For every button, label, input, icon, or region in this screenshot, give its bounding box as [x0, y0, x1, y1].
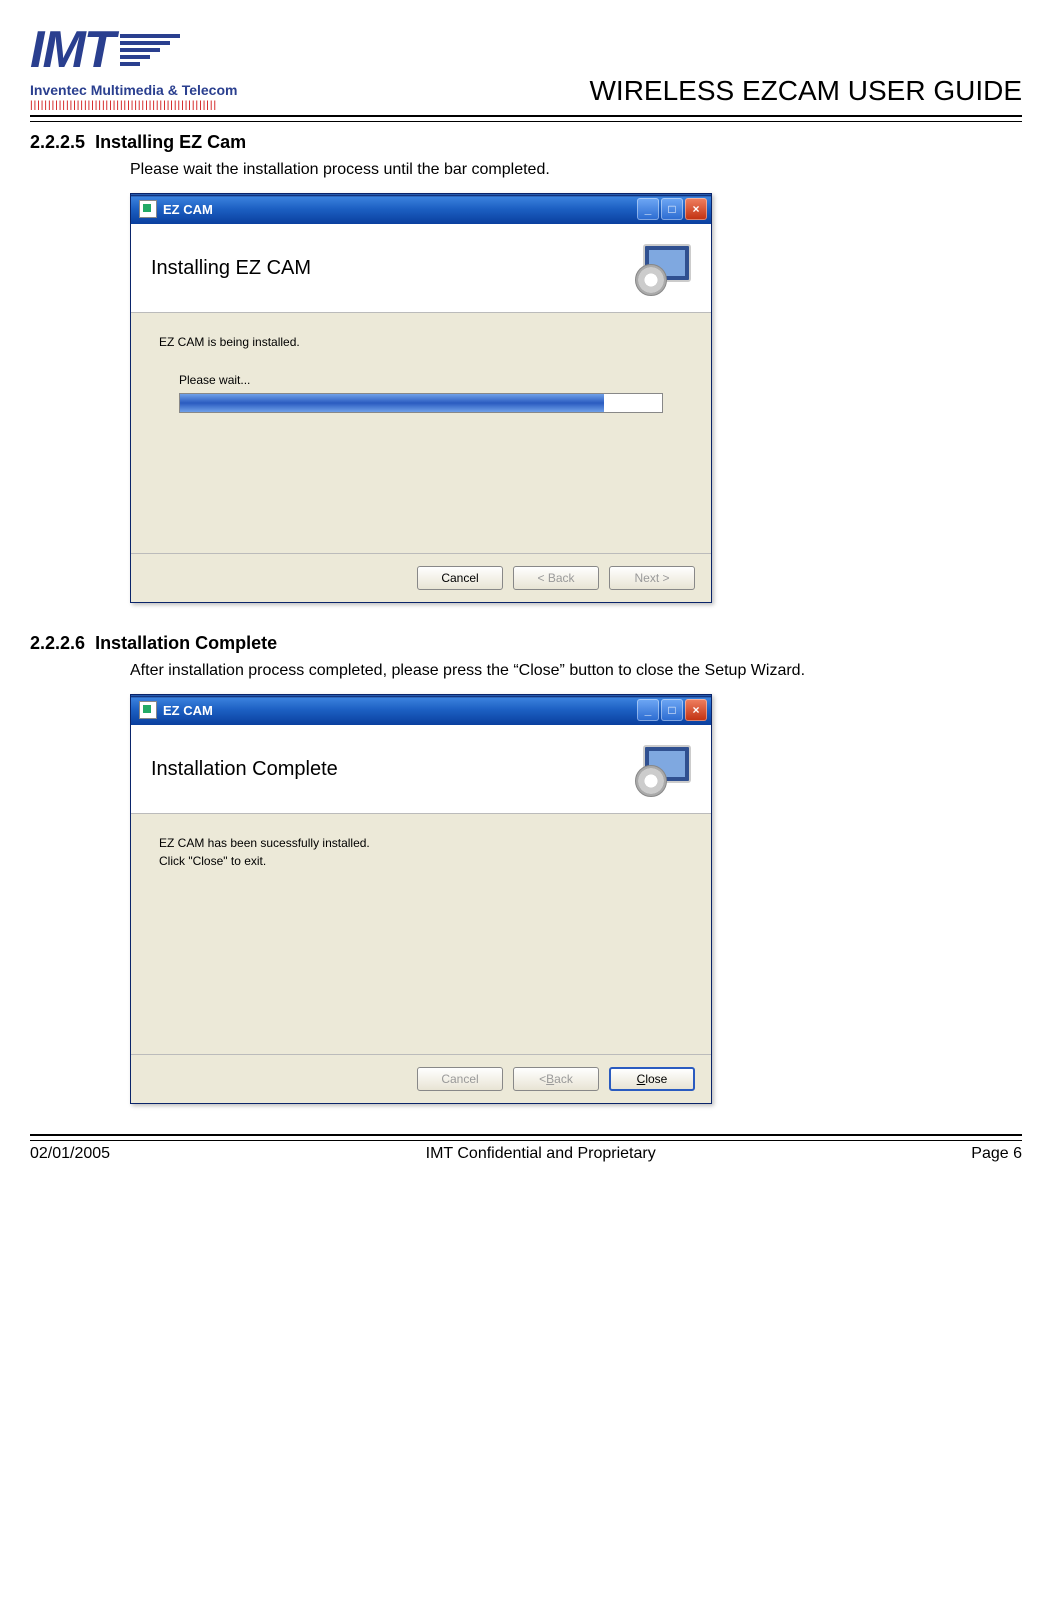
- dialog-footer: Cancel < Back Close: [131, 1054, 711, 1103]
- section-body-2: After installation process completed, pl…: [130, 662, 1022, 680]
- cancel-button[interactable]: Cancel: [417, 566, 503, 590]
- document-title: WIRELESS EZCAM USER GUIDE: [589, 75, 1022, 111]
- back-button: < Back: [513, 566, 599, 590]
- screenshot-1: EZ CAM _ □ × Installing EZ CAM EZ CAM is…: [130, 193, 1022, 603]
- logo-text: IMT: [30, 20, 114, 80]
- page-header: IMT Inventec Multimedia & Telecom ||||||…: [30, 20, 1022, 117]
- progress-fill: [180, 394, 604, 412]
- body-line-1: EZ CAM has been sucessfully installed.: [159, 836, 683, 850]
- logo-dots-icon: ||||||||||||||||||||||||||||||||||||||||…: [30, 100, 217, 111]
- page-footer: 02/01/2005 IMT Confidential and Propriet…: [30, 1134, 1022, 1163]
- section-number: 2.2.2.5: [30, 132, 85, 152]
- header-rule: [30, 121, 1022, 122]
- next-button: Next >: [609, 566, 695, 590]
- section-title: Installing EZ Cam: [95, 132, 246, 152]
- body-line-2: Click "Close" to exit.: [159, 854, 683, 868]
- dialog-body: EZ CAM is being installed. Please wait..…: [131, 313, 711, 553]
- minimize-button[interactable]: _: [637, 699, 659, 721]
- window-title: EZ CAM: [163, 202, 635, 217]
- section-number: 2.2.2.6: [30, 633, 85, 653]
- progress-bar: [179, 393, 663, 413]
- app-icon: [139, 200, 157, 218]
- logo-stripes-icon: [120, 34, 180, 66]
- footer-center: IMT Confidential and Proprietary: [426, 1145, 656, 1163]
- banner-title: Installing EZ CAM: [151, 257, 311, 280]
- close-button-footer[interactable]: Close: [609, 1067, 695, 1091]
- window-title: EZ CAM: [163, 703, 635, 718]
- installer-window-1: EZ CAM _ □ × Installing EZ CAM EZ CAM is…: [130, 193, 712, 603]
- section-body-1: Please wait the installation process unt…: [130, 161, 1022, 179]
- progress-label: Please wait...: [179, 373, 663, 387]
- footer-page: Page 6: [971, 1145, 1022, 1163]
- dialog-footer: Cancel < Back Next >: [131, 553, 711, 602]
- cancel-button: Cancel: [417, 1067, 503, 1091]
- installer-icon: [635, 741, 691, 797]
- installer-icon: [635, 240, 691, 296]
- close-button[interactable]: ×: [685, 699, 707, 721]
- banner: Installing EZ CAM: [131, 224, 711, 313]
- banner: Installation Complete: [131, 725, 711, 814]
- close-button[interactable]: ×: [685, 198, 707, 220]
- dialog-body: EZ CAM has been sucessfully installed. C…: [131, 814, 711, 1054]
- minimize-button[interactable]: _: [637, 198, 659, 220]
- titlebar: EZ CAM _ □ ×: [131, 194, 711, 224]
- banner-title: Installation Complete: [151, 758, 338, 781]
- screenshot-2: EZ CAM _ □ × Installation Complete EZ CA…: [130, 694, 1022, 1104]
- section-heading-1: 2.2.2.5 Installing EZ Cam: [30, 132, 1022, 153]
- footer-date: 02/01/2005: [30, 1145, 110, 1163]
- maximize-button[interactable]: □: [661, 699, 683, 721]
- logo-subtitle: Inventec Multimedia & Telecom: [30, 82, 237, 98]
- app-icon: [139, 701, 157, 719]
- titlebar: EZ CAM _ □ ×: [131, 695, 711, 725]
- section-title: Installation Complete: [95, 633, 277, 653]
- maximize-button[interactable]: □: [661, 198, 683, 220]
- logo-block: IMT Inventec Multimedia & Telecom ||||||…: [30, 20, 237, 111]
- installer-window-2: EZ CAM _ □ × Installation Complete EZ CA…: [130, 694, 712, 1104]
- body-line-1: EZ CAM is being installed.: [159, 335, 683, 349]
- back-button: < Back: [513, 1067, 599, 1091]
- section-heading-2: 2.2.2.6 Installation Complete: [30, 633, 1022, 654]
